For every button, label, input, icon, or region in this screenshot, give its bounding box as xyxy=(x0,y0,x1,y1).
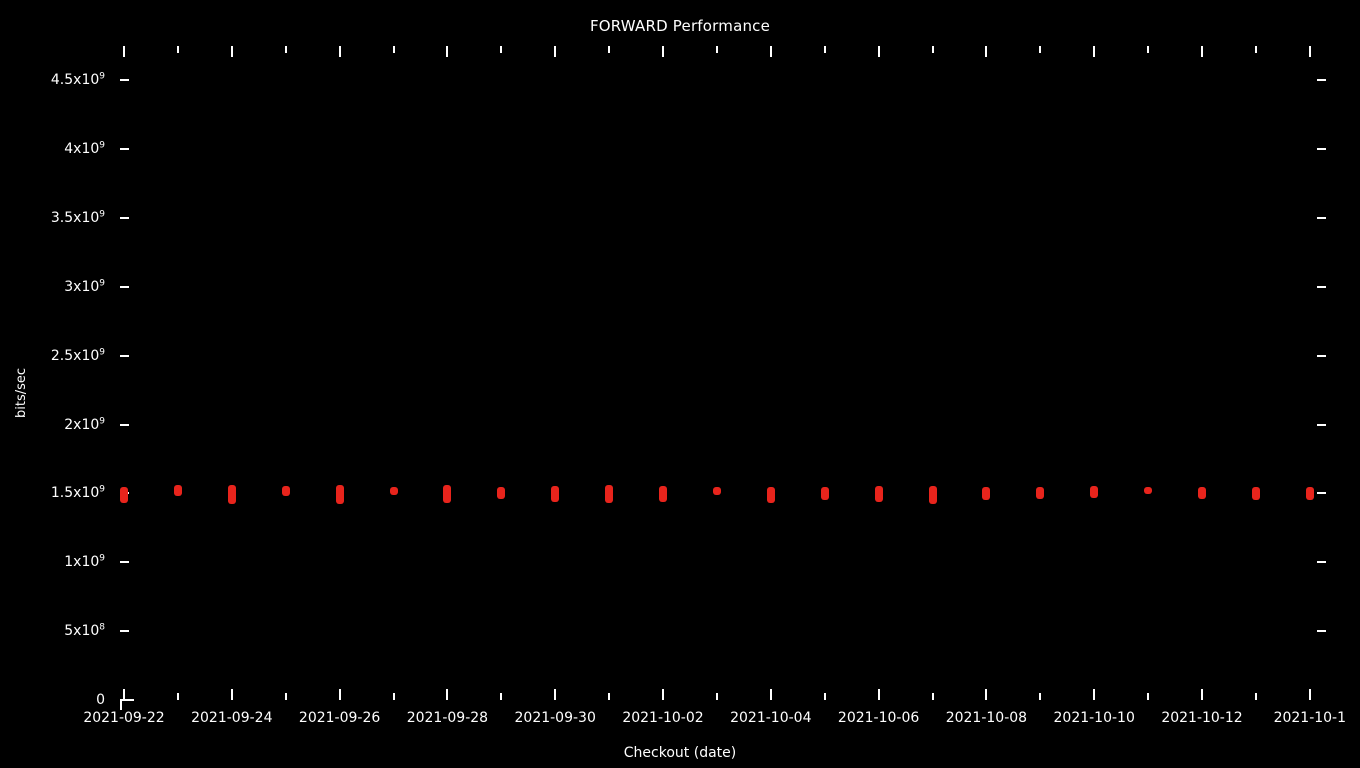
y-tick-label: 3x109 xyxy=(64,278,105,295)
data-point-marker xyxy=(389,486,398,495)
data-point-marker xyxy=(766,486,775,504)
data-point-marker xyxy=(120,486,128,504)
data-point-marker xyxy=(1144,487,1153,495)
data-point-marker xyxy=(1090,485,1099,499)
data-point-marker xyxy=(605,485,614,504)
data-point-marker xyxy=(928,485,937,504)
y-tick-label: 4x109 xyxy=(64,140,105,158)
data-point-marker xyxy=(1198,486,1206,499)
data-point-marker xyxy=(173,485,182,497)
x-tick-label: 2021-09-22 xyxy=(83,710,165,726)
y-tick-label: 0 xyxy=(96,692,105,708)
data-point-marker xyxy=(874,485,883,502)
data-point-marker xyxy=(659,485,667,503)
y-tick-label: 4.5x109 xyxy=(50,71,105,89)
y-axis-title-text: bits/sec xyxy=(14,367,29,418)
x-tick-label: 2021-10-10 xyxy=(1053,710,1135,726)
data-point-marker xyxy=(551,485,560,502)
x-tick-label: 2021-10-1 xyxy=(1273,710,1347,726)
y-tick-label: 3.5x109 xyxy=(50,209,105,227)
x-tick-label: 2021-10-06 xyxy=(837,710,920,726)
x-tick-label: 2021-10-08 xyxy=(945,710,1028,726)
x-tick-label: 2021-10-02 xyxy=(622,710,704,726)
y-tick-label: 5x108 xyxy=(64,622,105,640)
x-tick-label: 2021-09-28 xyxy=(406,710,489,726)
data-point-marker xyxy=(982,486,991,501)
x-tick-label: 2021-10-12 xyxy=(1161,710,1243,726)
plot-area xyxy=(120,46,1326,701)
data-point-marker xyxy=(281,485,290,497)
data-point-marker xyxy=(335,484,344,505)
data-point-marker xyxy=(712,486,721,495)
y-tick-label: 1x109 xyxy=(64,553,105,571)
x-tick-label: 2021-09-30 xyxy=(514,710,596,726)
chart-canvas: FORWARD Performance bits/sec Checkout (d… xyxy=(0,0,1360,768)
data-point-marker xyxy=(1036,486,1045,499)
x-axis-title: Checkout (date) xyxy=(623,745,737,761)
x-tick-label: 2021-09-26 xyxy=(298,710,381,726)
x-tick-label: 2021-09-24 xyxy=(191,710,273,726)
data-point-marker xyxy=(443,485,452,504)
data-point-marker xyxy=(820,486,829,501)
data-point-marker xyxy=(497,486,506,499)
data-point-marker xyxy=(1251,486,1260,501)
chart-title: FORWARD Performance xyxy=(589,17,771,35)
y-tick-label: 1.5x109 xyxy=(50,484,105,502)
y-tick-label: 2x109 xyxy=(64,415,105,433)
y-tick-label: 2.5x109 xyxy=(50,347,105,364)
x-tick-label: 2021-10-04 xyxy=(730,710,812,726)
data-point-marker xyxy=(1305,487,1314,500)
data-point-marker xyxy=(227,485,236,505)
y-axis-title: bits/sec xyxy=(14,314,29,418)
